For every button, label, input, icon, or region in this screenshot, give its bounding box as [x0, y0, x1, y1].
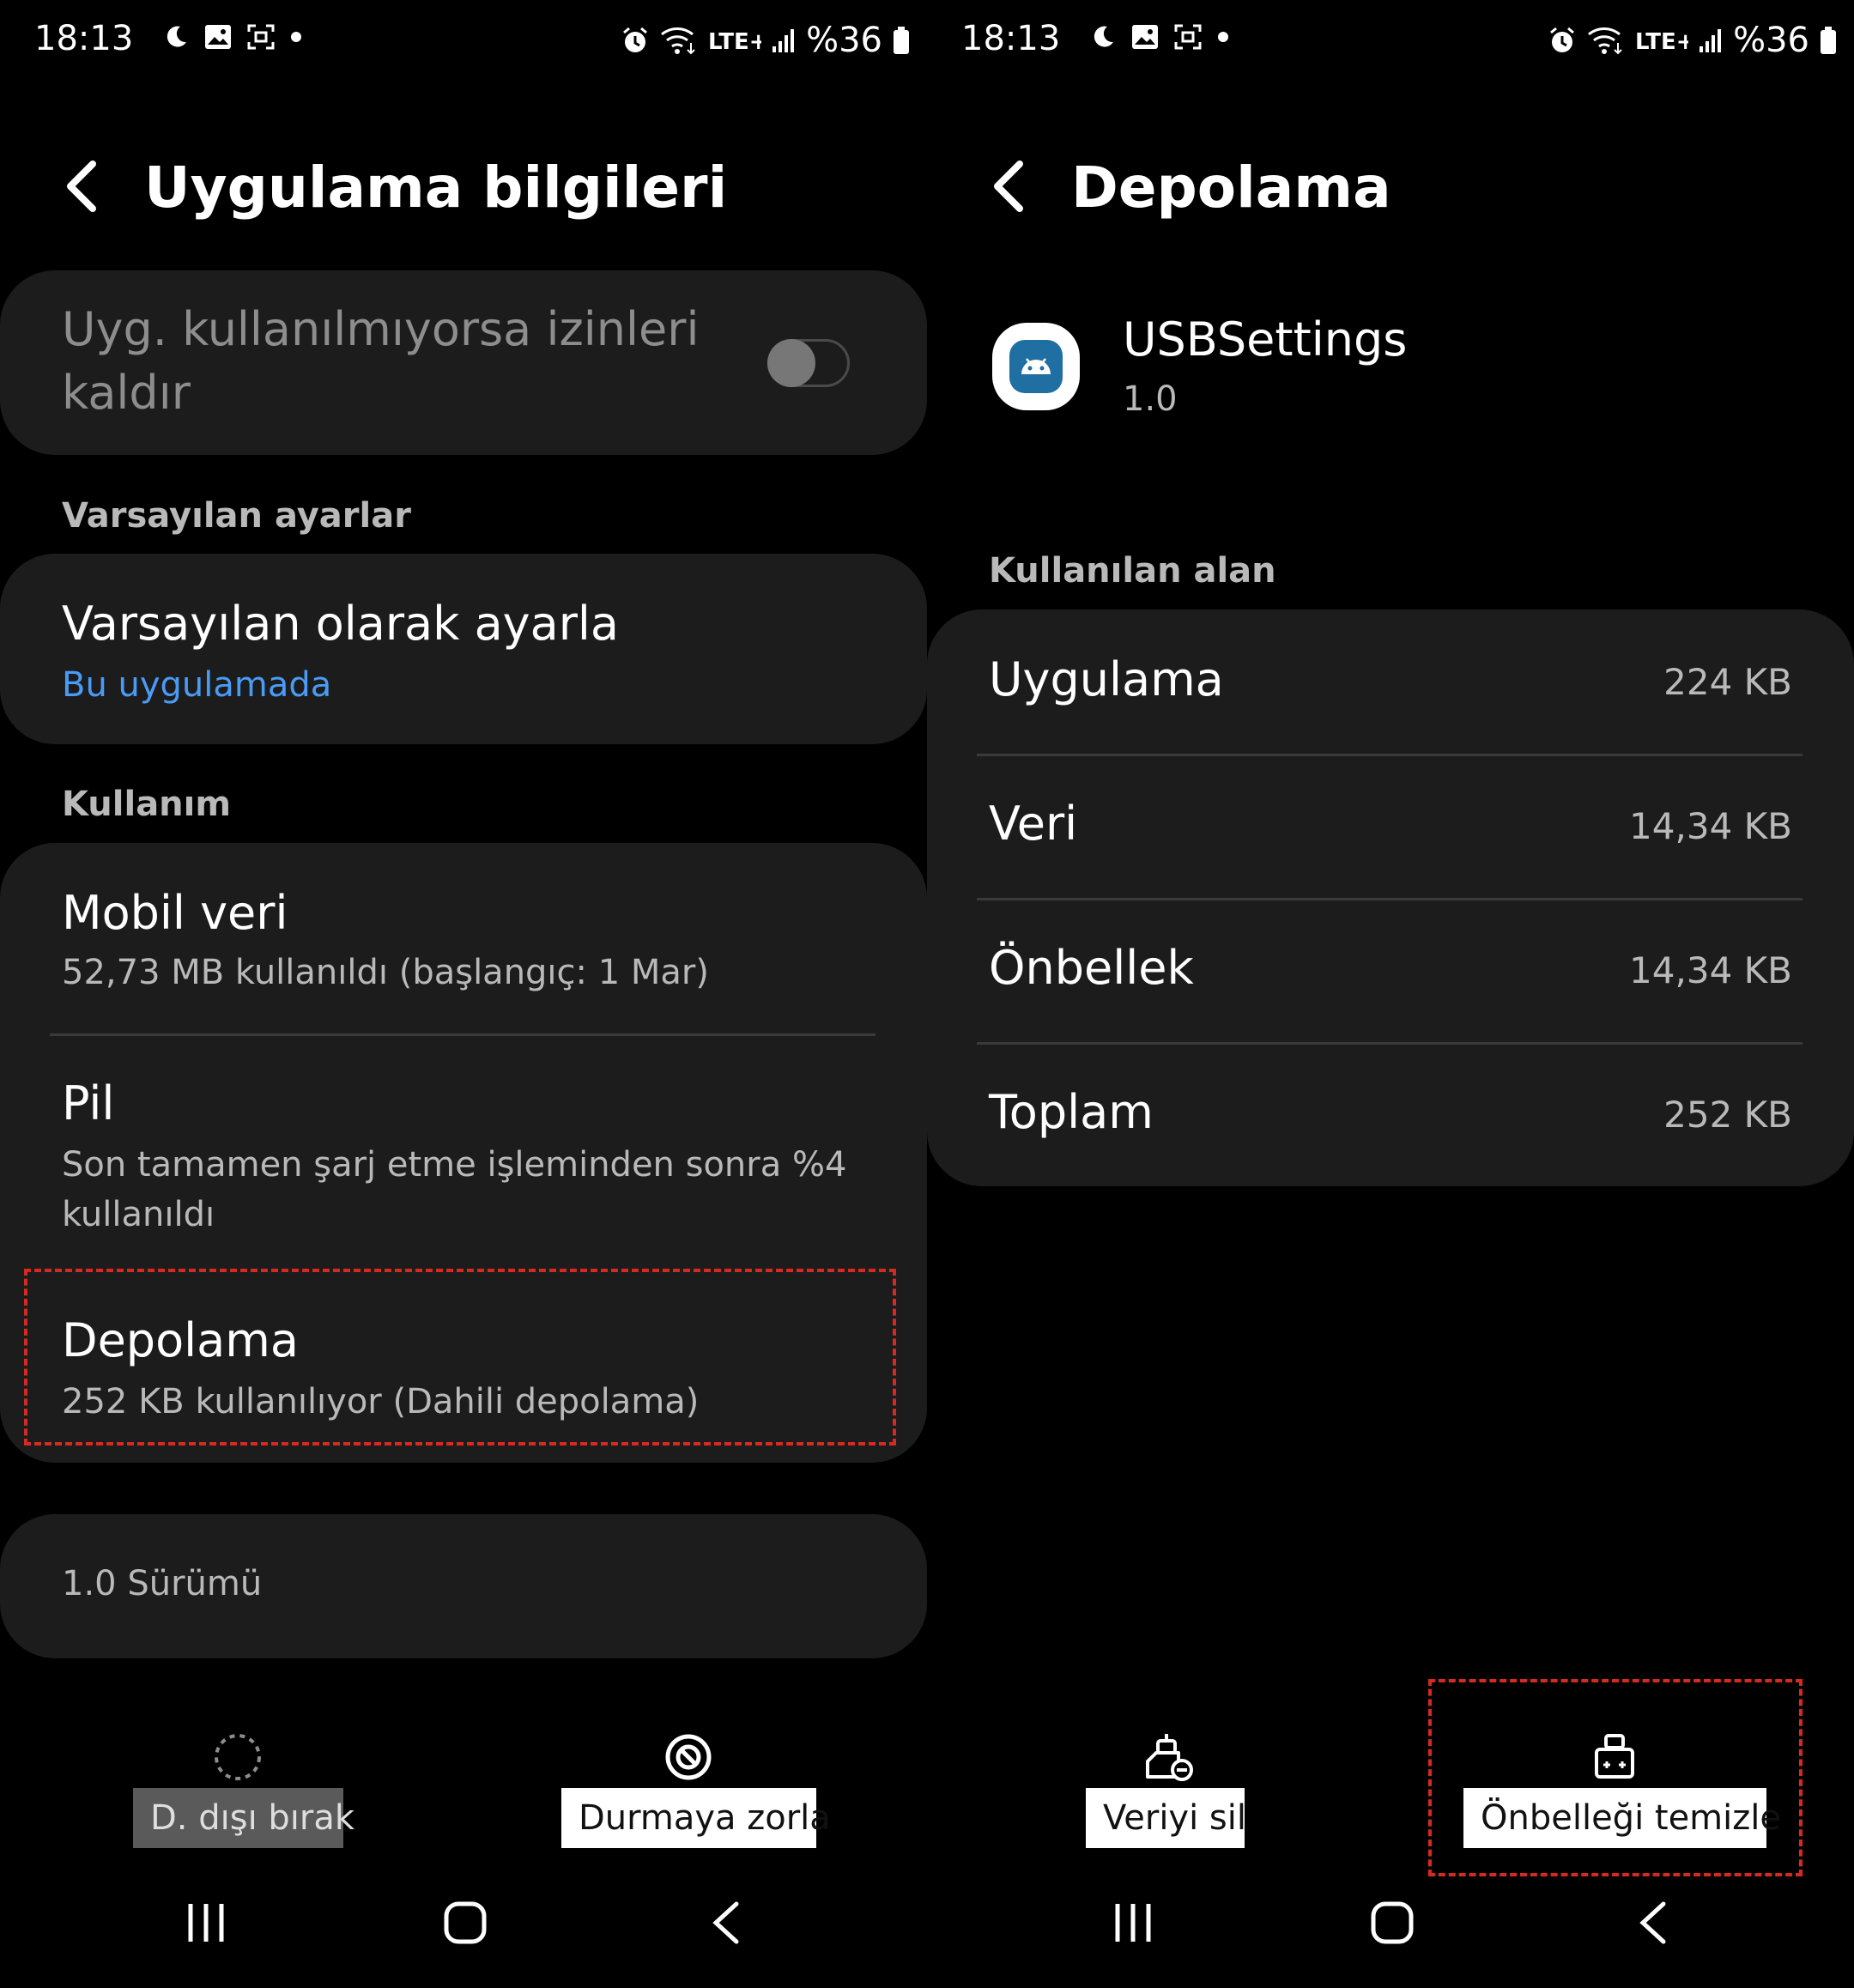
force-stop-icon	[665, 1734, 712, 1780]
right-screen: 18:13 LTE+ %36 Depolama USBSettings 1.0 …	[927, 0, 1854, 1988]
divider	[977, 898, 1802, 900]
android-app-icon	[992, 323, 1080, 410]
dot-icon	[291, 32, 301, 42]
moon-icon	[167, 26, 186, 47]
lte-icon: LTE+	[708, 29, 761, 55]
page-title: Uygulama bilgileri	[144, 155, 728, 221]
divider	[977, 1042, 1802, 1045]
storage-highlight	[24, 1269, 896, 1446]
back-icon[interactable]	[709, 1900, 743, 1945]
battery-subtitle: Son tamamen şarj etme işleminden sonra %…	[62, 1145, 847, 1234]
set-as-default-card[interactable]: Varsayılan olarak ayarla Bu uygulamada	[0, 554, 927, 744]
screenshot-icon	[1174, 24, 1202, 50]
disable-button[interactable]: D. dışı bırak	[133, 1788, 354, 1848]
image-icon	[1132, 25, 1158, 49]
battery-icon	[894, 27, 909, 54]
home-icon[interactable]	[443, 1900, 488, 1945]
storage-row-label: Veri	[989, 797, 1078, 851]
navigation-bar	[927, 1888, 1854, 1957]
remove-permissions-label: Uyg. kullanılmıyorsa izinleri kaldır	[62, 302, 700, 420]
status-time: 18:13	[34, 19, 134, 58]
navigation-bar	[0, 1888, 927, 1957]
storage-row-value: 224 KB	[1663, 661, 1792, 703]
remove-permissions-toggle[interactable]	[767, 339, 850, 387]
version-card: 1.0 Sürümü	[0, 1514, 927, 1658]
disable-icon	[215, 1734, 261, 1780]
storage-usage-card: Uygulama 224 KB Veri 14,34 KB Önbellek 1…	[927, 609, 1854, 1186]
storage-row-label: Uygulama	[989, 652, 1224, 706]
usage-section-header: Kullanım	[62, 785, 232, 824]
alarm-icon	[1550, 27, 1575, 52]
divider	[50, 1033, 876, 1036]
remove-permissions-card[interactable]: Uyg. kullanılmıyorsa izinleri kaldır	[0, 270, 927, 455]
wifi-icon	[661, 27, 695, 55]
svg-text:LTE+: LTE+	[708, 29, 761, 55]
battery-title: Pil	[62, 1076, 115, 1130]
lte-icon: LTE+	[1635, 29, 1688, 55]
recents-icon[interactable]	[184, 1900, 228, 1945]
mobile-data-title: Mobil veri	[62, 886, 288, 940]
screenshot-icon	[247, 24, 275, 50]
back-arrow-icon[interactable]	[989, 159, 1028, 214]
storage-row-value: 252 KB	[1663, 1094, 1792, 1136]
moon-icon	[1094, 26, 1113, 47]
battery-percentage: %36	[1733, 21, 1809, 60]
divider	[977, 754, 1802, 756]
app-name: USBSettings	[1123, 312, 1408, 367]
force-stop-button[interactable]: Durmaya zorla	[561, 1788, 831, 1848]
dot-icon	[1218, 32, 1228, 42]
battery-icon	[1821, 27, 1836, 54]
version-label: 1.0 Sürümü	[62, 1564, 263, 1603]
home-icon[interactable]	[1370, 1900, 1415, 1945]
storage-row-label: Önbellek	[989, 941, 1194, 995]
clear-data-button[interactable]: Veriyi sil	[1086, 1788, 1246, 1848]
image-icon	[205, 25, 231, 49]
signal-icon	[1700, 29, 1722, 52]
page-title: Depolama	[1071, 155, 1391, 221]
clear-cache-highlight	[1428, 1679, 1802, 1876]
storage-row-value: 14,34 KB	[1629, 805, 1792, 847]
defaults-section-header: Varsayılan ayarlar	[62, 496, 411, 536]
set-as-default-subtitle: Bu uygulamada	[62, 665, 332, 705]
used-space-header: Kullanılan alan	[989, 551, 1276, 591]
battery-percentage: %36	[806, 21, 882, 60]
set-as-default-title: Varsayılan olarak ayarla	[62, 597, 620, 651]
wifi-icon	[1588, 27, 1622, 55]
back-icon[interactable]	[1636, 1900, 1670, 1945]
storage-row-value: 14,34 KB	[1629, 949, 1792, 991]
recents-icon[interactable]	[1111, 1900, 1155, 1945]
status-time: 18:13	[961, 19, 1061, 58]
alarm-icon	[623, 27, 648, 52]
app-version: 1.0	[1123, 379, 1178, 419]
storage-row-label: Toplam	[989, 1085, 1154, 1139]
left-screen: 18:13 LTE+ %36 Uygulama bilgileri Uyg. k…	[0, 0, 927, 1988]
back-arrow-icon[interactable]	[62, 159, 101, 214]
svg-text:LTE+: LTE+	[1635, 29, 1688, 55]
mobile-data-subtitle: 52,73 MB kullanıldı (başlangıç: 1 Mar)	[62, 953, 709, 992]
clear-data-icon	[1146, 1734, 1193, 1781]
signal-icon	[772, 29, 795, 52]
